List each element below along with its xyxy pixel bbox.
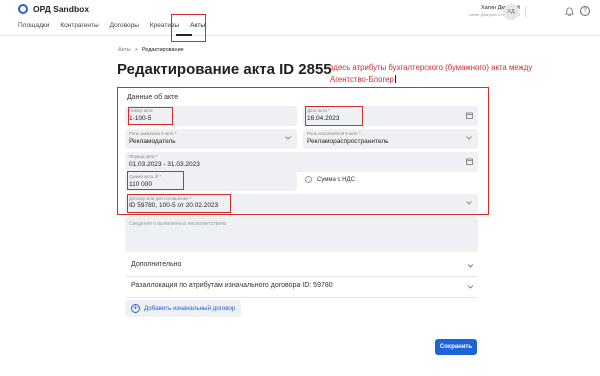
active-nav-indicator: [176, 34, 192, 36]
nav-item-acts[interactable]: Акты: [190, 22, 205, 29]
chevron-down-icon: [466, 136, 472, 140]
breadcrumb-current: Редактирование: [141, 47, 184, 53]
act-date-value: 16.04.2023: [307, 115, 340, 122]
chevron-down-icon: [285, 136, 291, 140]
contract-label: Договор или доп соглашение *: [129, 196, 192, 201]
main-nav: Площадки Контрагенты Договоры Креативы А…: [18, 22, 205, 29]
nav-item-counterparties[interactable]: Контрагенты: [60, 22, 98, 29]
act-date-label: Дата акта *: [307, 108, 330, 113]
chevron-down-icon: [466, 201, 472, 205]
customer-role-select[interactable]: Роль заказчика в акте * Рекламодатель: [125, 129, 297, 149]
vat-checkbox[interactable]: [305, 176, 312, 183]
breadcrumb-root[interactable]: Акты: [118, 47, 131, 53]
page-title: Редактирование акта ID 2855: [117, 61, 332, 78]
help-icon[interactable]: ?: [580, 6, 590, 16]
act-number-label: Номер акта: [129, 108, 153, 113]
executor-role-value: Рекламораспространитель: [307, 138, 389, 145]
calendar-icon[interactable]: [466, 158, 473, 165]
act-number-value: 1-100-5: [129, 115, 152, 122]
breadcrumb: Акты > Редактирование: [118, 47, 184, 53]
contract-value: ID 59780, 100-5 от 20.02.2023: [129, 202, 219, 209]
executor-role-label: Роль исполнителя в акте *: [307, 131, 361, 136]
act-number-field[interactable]: Номер акта 1-100-5: [125, 106, 297, 126]
contract-select[interactable]: Договор или доп соглашение * ID 59780, 1…: [125, 194, 478, 213]
customer-role-value: Рекламодатель: [129, 138, 176, 145]
discrepancy-placeholder: Сведения о выявленных несоответствиях: [129, 221, 227, 227]
plus-circle-icon: +: [131, 304, 140, 313]
act-date-field[interactable]: Дата акта * 16.04.2023: [303, 106, 478, 126]
add-original-contract-button[interactable]: + Добавить изначальный договор: [125, 300, 242, 317]
act-period-value: 01.03.2023 - 31.03.2023: [129, 161, 200, 168]
customer-role-label: Роль заказчика в акте *: [129, 131, 177, 136]
annotation-note: здесь атрибуты бухгалтерского (бумажного…: [330, 62, 550, 85]
save-button[interactable]: Сохранить: [435, 339, 477, 355]
add-original-contract-label: Добавить изначальный договор: [144, 305, 236, 312]
logo-text: ОРД Sandbox: [33, 4, 90, 14]
act-period-label: Период акта *: [129, 154, 158, 159]
top-bar: ОРД Sandbox Площадки Контрагенты Договор…: [0, 0, 600, 36]
calendar-icon[interactable]: [466, 112, 473, 119]
act-amount-field[interactable]: Сумма акта, ₽ * 110 000: [125, 172, 297, 191]
act-amount-label: Сумма акта, ₽ *: [129, 174, 161, 179]
act-amount-value: 110 000: [129, 181, 153, 188]
executor-role-select[interactable]: Роль исполнителя в акте * Рекламораспрос…: [303, 129, 478, 149]
chevron-down-icon: [467, 264, 474, 268]
avatar[interactable]: ХД: [503, 4, 519, 20]
accordion-additional[interactable]: Дополнительно: [125, 255, 478, 277]
nav-item-platforms[interactable]: Площадки: [18, 22, 49, 29]
chevron-down-icon: [467, 285, 474, 289]
bell-icon[interactable]: [565, 6, 574, 16]
text-cursor: [394, 75, 396, 84]
breadcrumb-separator: >: [134, 47, 138, 53]
accordion-reallocation[interactable]: Разаллокация по атрибутам изначального д…: [125, 276, 478, 298]
logo[interactable]: ОРД Sandbox: [18, 4, 89, 14]
accordion-additional-title: Дополнительно: [131, 261, 182, 268]
section-title-act-data: Данные об акте: [127, 94, 179, 101]
act-period-field[interactable]: Период акта * 01.03.2023 - 31.03.2023: [125, 152, 478, 172]
accordion-reallocation-title: Разаллокация по атрибутам изначального д…: [131, 282, 333, 289]
nav-item-creatives[interactable]: Креативы: [150, 22, 179, 29]
header-divider: [525, 6, 526, 18]
vat-label[interactable]: Сумма с НДС: [317, 177, 355, 183]
annotation-text: здесь атрибуты бухгалтерского (бумажного…: [330, 63, 533, 84]
logo-ring-icon: [18, 4, 28, 14]
nav-item-contracts[interactable]: Договоры: [110, 22, 139, 29]
discrepancy-textarea[interactable]: Сведения о выявленных несоответствиях: [125, 216, 478, 252]
